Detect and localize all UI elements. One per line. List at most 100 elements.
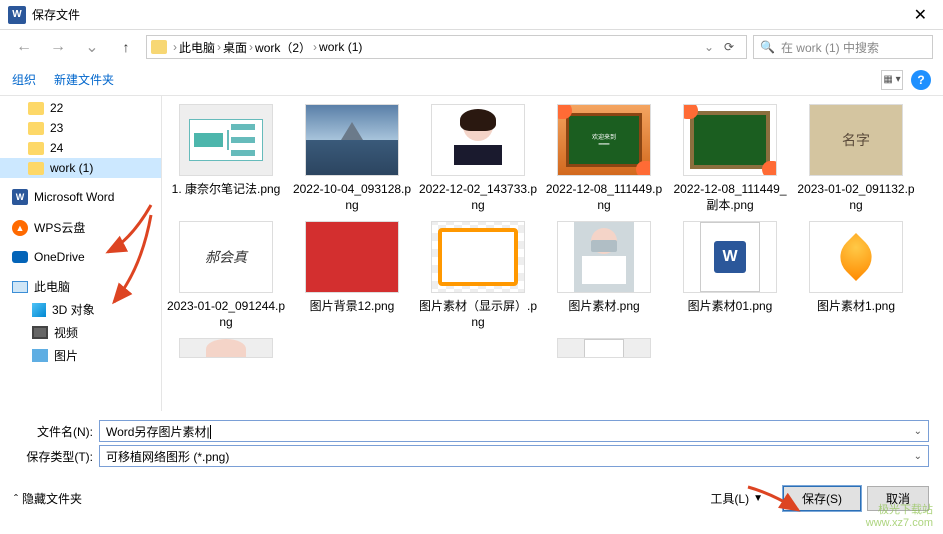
organize-menu[interactable]: 组织 bbox=[12, 71, 36, 88]
file-label: 图片素材.png bbox=[544, 299, 664, 315]
file-label: 2022-12-02_143733.png bbox=[418, 182, 538, 213]
breadcrumb[interactable]: › 此电脑 › 桌面 › work（2） › work (1) ⌄ ⟳ bbox=[146, 35, 747, 59]
folder-22[interactable]: 22 bbox=[0, 98, 161, 118]
word-icon: W bbox=[12, 189, 28, 205]
sidebar-pictures[interactable]: 图片 bbox=[0, 344, 161, 367]
file-label: 2023-01-02_091244.png bbox=[166, 299, 286, 330]
breadcrumb-dropdown[interactable]: ⌄ bbox=[704, 40, 714, 54]
footer: ˆ 隐藏文件夹 工具(L)▼ 保存(S) 取消 bbox=[0, 476, 943, 517]
pc-icon bbox=[12, 281, 28, 293]
thumbnail bbox=[305, 221, 399, 293]
back-button[interactable]: ← bbox=[10, 35, 38, 59]
file-label: 图片素材1.png bbox=[796, 299, 916, 315]
toolbar: 组织 新建文件夹 ▦ ▾ ? bbox=[0, 64, 943, 96]
folder-24[interactable]: 24 bbox=[0, 138, 161, 158]
folder-icon bbox=[28, 162, 44, 175]
view-mode-button[interactable]: ▦ ▾ bbox=[881, 70, 903, 90]
thumbnail bbox=[683, 104, 777, 176]
thumbnail bbox=[179, 338, 273, 358]
sidebar-this-pc[interactable]: 此电脑 bbox=[0, 275, 161, 298]
folder-work1[interactable]: work (1) bbox=[0, 158, 161, 178]
search-placeholder: 在 work (1) 中搜索 bbox=[781, 39, 879, 56]
file-item[interactable]: 2022-12-08_111449_副本.png bbox=[670, 104, 790, 213]
file-label: 2022-12-08_111449_副本.png bbox=[670, 182, 790, 213]
save-form: 文件名(N): Word另存图片素材| ⌄ 保存类型(T): 可移植网络图形 (… bbox=[0, 411, 943, 476]
forward-button: → bbox=[44, 35, 72, 59]
file-label: 2023-01-02_091132.png bbox=[796, 182, 916, 213]
chevron-down-icon[interactable]: ⌄ bbox=[914, 451, 922, 462]
thumbnail bbox=[557, 221, 651, 293]
sidebar-word[interactable]: WMicrosoft Word bbox=[0, 186, 161, 208]
file-item[interactable]: 图片素材（显示屏）.png bbox=[418, 221, 538, 330]
refresh-button[interactable]: ⟳ bbox=[716, 40, 742, 54]
file-item[interactable]: 图片素材1.png bbox=[796, 221, 916, 330]
save-button[interactable]: 保存(S) bbox=[783, 486, 861, 511]
folder-23[interactable]: 23 bbox=[0, 118, 161, 138]
search-icon: 🔍 bbox=[760, 40, 775, 54]
picture-icon bbox=[32, 349, 48, 362]
file-item[interactable]: 图片背景12.png bbox=[292, 221, 412, 330]
folder-icon bbox=[28, 142, 44, 155]
up-button[interactable]: ↑ bbox=[112, 35, 140, 59]
chevron-right-icon: › bbox=[173, 40, 177, 54]
nav-bar: ← → ⌄ ↑ › 此电脑 › 桌面 › work（2） › work (1) … bbox=[0, 30, 943, 64]
file-item[interactable]: 2022-12-02_143733.png bbox=[418, 104, 538, 213]
file-item[interactable]: 郝会真 2023-01-02_091244.png bbox=[166, 221, 286, 330]
thumbnail: 名字 bbox=[809, 104, 903, 176]
thumbnail bbox=[431, 104, 525, 176]
filetype-label: 保存类型(T): bbox=[14, 448, 99, 465]
file-item[interactable] bbox=[544, 338, 664, 364]
titlebar: W 保存文件 ✕ bbox=[0, 0, 943, 30]
search-input[interactable]: 🔍 在 work (1) 中搜索 bbox=[753, 35, 933, 59]
folder-icon bbox=[28, 122, 44, 135]
file-label: 1. 康奈尔笔记法.png bbox=[166, 182, 286, 198]
file-label: 2022-10-04_093128.png bbox=[292, 182, 412, 213]
wps-icon: ▲ bbox=[12, 220, 28, 236]
file-label: 图片素材（显示屏）.png bbox=[418, 299, 538, 330]
file-item[interactable]: W 图片素材01.png bbox=[670, 221, 790, 330]
sidebar-wps[interactable]: ▲WPS云盘 bbox=[0, 216, 161, 239]
cancel-button[interactable]: 取消 bbox=[867, 486, 929, 511]
sidebar: 22 23 24 work (1) WMicrosoft Word ▲WPS云盘… bbox=[0, 96, 162, 411]
breadcrumb-p3[interactable]: work (1) bbox=[319, 40, 362, 54]
onedrive-icon bbox=[12, 251, 28, 263]
folder-icon bbox=[151, 40, 167, 54]
file-item[interactable]: 2022-10-04_093128.png bbox=[292, 104, 412, 213]
file-item[interactable]: 图片素材.png bbox=[544, 221, 664, 330]
thumbnail bbox=[557, 338, 651, 358]
sidebar-3d-objects[interactable]: 3D 对象 bbox=[0, 298, 161, 321]
sidebar-onedrive[interactable]: OneDrive bbox=[0, 247, 161, 267]
thumbnail bbox=[809, 221, 903, 293]
file-item[interactable]: 名字 2023-01-02_091132.png bbox=[796, 104, 916, 213]
breadcrumb-root[interactable]: 此电脑 bbox=[179, 39, 215, 56]
thumbnail bbox=[305, 104, 399, 176]
file-item[interactable]: 欢迎来到━━━ 2022-12-08_111449.png bbox=[544, 104, 664, 213]
breadcrumb-p2[interactable]: work（2） bbox=[255, 39, 311, 56]
thumbnail bbox=[179, 104, 273, 176]
filename-input[interactable]: Word另存图片素材| ⌄ bbox=[99, 420, 929, 442]
app-icon: W bbox=[8, 6, 26, 24]
file-label: 图片素材01.png bbox=[670, 299, 790, 315]
breadcrumb-p1[interactable]: 桌面 bbox=[223, 39, 247, 56]
window-title: 保存文件 bbox=[32, 6, 906, 23]
chevron-down-icon[interactable]: ⌄ bbox=[914, 426, 922, 437]
file-label: 图片背景12.png bbox=[292, 299, 412, 315]
tools-menu[interactable]: 工具(L)▼ bbox=[710, 490, 763, 507]
help-button[interactable]: ? bbox=[911, 70, 931, 90]
new-folder-button[interactable]: 新建文件夹 bbox=[54, 71, 114, 88]
chevron-up-icon: ˆ bbox=[14, 492, 18, 506]
file-item[interactable]: 1. 康奈尔笔记法.png bbox=[166, 104, 286, 213]
close-button[interactable]: ✕ bbox=[906, 5, 935, 25]
filetype-select[interactable]: 可移植网络图形 (*.png) ⌄ bbox=[99, 445, 929, 467]
thumbnail bbox=[431, 221, 525, 293]
file-grid[interactable]: 1. 康奈尔笔记法.png 2022-10-04_093128.png 2022… bbox=[162, 96, 943, 411]
thumbnail: 欢迎来到━━━ bbox=[557, 104, 651, 176]
thumbnail: 郝会真 bbox=[179, 221, 273, 293]
file-label: 2022-12-08_111449.png bbox=[544, 182, 664, 213]
file-item[interactable] bbox=[166, 338, 286, 364]
thumbnail: W bbox=[683, 221, 777, 293]
hide-folders-toggle[interactable]: ˆ 隐藏文件夹 bbox=[14, 490, 82, 507]
recent-dropdown[interactable]: ⌄ bbox=[78, 35, 106, 59]
folder-icon bbox=[28, 102, 44, 115]
sidebar-videos[interactable]: 视频 bbox=[0, 321, 161, 344]
